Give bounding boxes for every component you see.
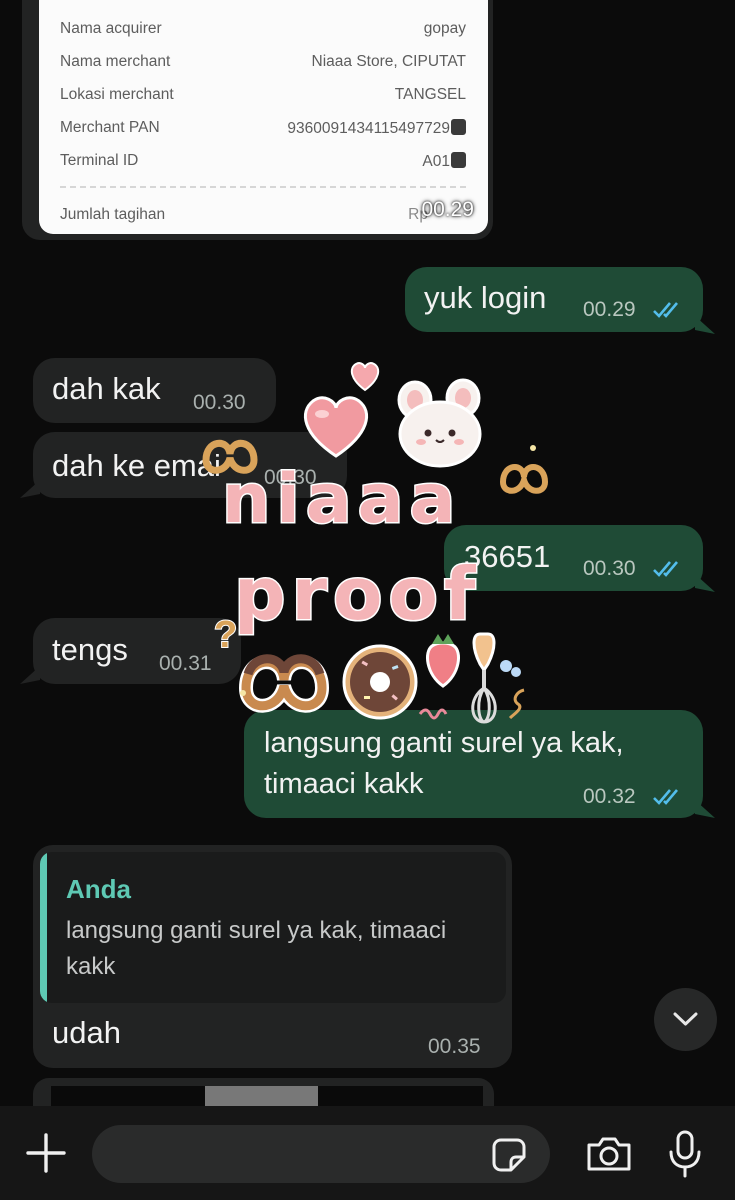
message-bubble-in[interactable]: tengs 00.31	[33, 618, 241, 684]
microphone-icon[interactable]	[668, 1130, 702, 1178]
message-text-line1: langsung ganti surel ya kak,	[264, 727, 624, 759]
message-time: 00.30	[193, 391, 246, 414]
receipt-value-acquirer: gopay	[423, 20, 466, 37]
plus-icon[interactable]	[26, 1133, 66, 1173]
receipt-label-pan: Merchant PAN	[60, 119, 160, 136]
receipt-label-acquirer: Nama acquirer	[60, 20, 162, 37]
sparkle-icon	[530, 445, 536, 451]
receipt-value-pan: 9360091434115497729	[287, 120, 450, 137]
sticker-icon[interactable]	[492, 1138, 526, 1172]
chocolate-pretzel-icon	[238, 654, 330, 713]
receipt-label-merchant: Nama merchant	[60, 53, 171, 70]
reply-accent-bar	[40, 852, 47, 1003]
message-bubble-out[interactable]: 36651 00.30	[444, 525, 703, 591]
message-time: 00.30	[264, 466, 317, 489]
message-time: 00.30	[583, 557, 636, 580]
message-bubble-out[interactable]: yuk login 00.29	[405, 267, 703, 332]
bubble-tail	[695, 800, 715, 818]
receipt-label-location: Lokasi merchant	[60, 86, 174, 103]
composer-bar	[0, 1106, 735, 1200]
receipt-label-total: Jumlah tagihan	[60, 206, 166, 223]
reply-author: Anda	[66, 874, 131, 904]
receipt-value-terminal-row: A01	[422, 152, 466, 171]
quoted-message[interactable]: Anda langsung ganti surel ya kak, timaac…	[40, 852, 506, 1003]
bubbles-icon	[500, 660, 521, 677]
receipt-value-terminal: A01	[422, 153, 450, 170]
camera-icon[interactable]	[585, 1135, 633, 1173]
message-bubble-out[interactable]: langsung ganti surel ya kak, timaaci kak…	[244, 710, 703, 818]
bubble-tail	[695, 316, 715, 334]
receipt-time-overlay: 00.29	[421, 198, 474, 221]
message-text: dah kak	[52, 371, 161, 406]
message-text: tengs	[52, 632, 128, 667]
message-time: 00.32	[583, 785, 636, 808]
reply-text-line1: langsung ganti surel ya kak, timaaci	[66, 917, 447, 944]
receipt-label-terminal: Terminal ID	[60, 152, 139, 169]
strawberry-icon	[425, 634, 461, 688]
bubble-tail	[20, 666, 40, 684]
chevron-down-icon	[673, 1012, 698, 1026]
bunny-icon	[397, 378, 482, 468]
message-text: dah ke emai	[52, 448, 221, 483]
copy-icon	[451, 119, 466, 135]
message-time: 00.31	[159, 652, 212, 675]
pretzel-icon	[499, 464, 549, 494]
message-text-line2: timaaci kakk	[264, 768, 424, 800]
message-bubble-in[interactable]: dah kak 00.30	[33, 358, 276, 423]
reply-text-line2: kakk	[66, 953, 116, 980]
receipt-value-merchant: Niaaa Store, CIPUTAT	[311, 53, 466, 70]
sparkle-icon	[240, 690, 246, 696]
message-bubble-in-reply[interactable]: Anda langsung ganti surel ya kak, timaac…	[33, 845, 512, 1068]
message-text: udah	[52, 1015, 121, 1050]
bubble-tail	[20, 480, 40, 498]
read-ticks-icon	[653, 561, 678, 577]
read-ticks-icon	[653, 789, 678, 805]
copy-icon	[451, 152, 466, 168]
receipt-image[interactable]: Nama acquirer gopay Nama merchant Niaaa …	[39, 0, 488, 234]
read-ticks-icon	[653, 302, 678, 318]
message-text: yuk login	[424, 280, 547, 315]
message-text: 36651	[464, 539, 551, 574]
heart-icon	[350, 362, 380, 392]
message-time: 00.35	[428, 1035, 481, 1058]
receipt-value-location: TANGSEL	[394, 86, 466, 103]
bubble-tail	[695, 574, 715, 592]
message-bubble-in[interactable]: dah ke emai 00.30	[33, 432, 347, 498]
message-input[interactable]	[92, 1125, 550, 1183]
receipt-dashed-divider	[60, 186, 466, 188]
scroll-to-bottom-button[interactable]	[654, 988, 717, 1051]
message-time: 00.29	[583, 298, 636, 321]
receipt-value-pan-row: 9360091434115497729	[287, 119, 466, 138]
